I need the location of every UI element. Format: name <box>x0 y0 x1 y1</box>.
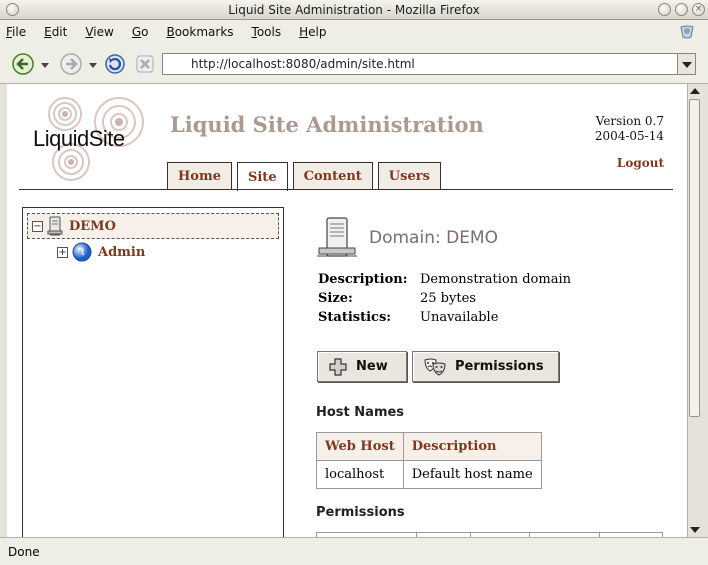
menu-help[interactable]: Help <box>299 25 326 39</box>
status-text: Done <box>8 544 40 559</box>
property-row: Statistics: Unavailable <box>318 308 571 327</box>
menu-go[interactable]: Go <box>132 25 149 39</box>
plus-icon <box>329 357 347 376</box>
property-value: Demonstration domain <box>420 272 571 287</box>
theater-masks-icon <box>424 358 446 376</box>
reload-icon[interactable] <box>104 53 126 75</box>
property-value: Unavailable <box>420 310 499 325</box>
version-date: 2004-05-14 <box>594 129 664 143</box>
table-header-row: Web Host Description <box>316 432 542 461</box>
server-icon <box>317 217 357 257</box>
property-row: Description: Demonstration domain <box>318 270 571 289</box>
window-frame-right <box>701 84 708 537</box>
page-viewport: LiquidSite Liquid Site Administration Ve… <box>7 84 687 537</box>
new-button-label: New <box>356 359 388 374</box>
server-icon <box>47 216 63 236</box>
status-bar: Done <box>0 537 708 565</box>
address-url[interactable]: http://localhost:8080/admin/site.html <box>191 57 415 71</box>
menu-bar: File Edit View Go Bookmarks Tools Help <box>0 20 708 44</box>
column-description: Description <box>402 432 542 461</box>
minimize-icon[interactable] <box>658 3 671 16</box>
forward-history-dropdown[interactable] <box>89 63 97 68</box>
tree-node-demo[interactable]: − DEMO <box>27 213 279 239</box>
close-icon[interactable]: × <box>692 3 705 16</box>
property-key: Size: <box>318 291 353 306</box>
navigation-toolbar: http://localhost:8080/admin/site.html <box>0 44 708 84</box>
address-dropdown-button[interactable] <box>677 54 695 74</box>
page-title: Liquid Site Administration <box>170 112 484 137</box>
tab-content[interactable]: Content <box>292 162 373 189</box>
host-names-heading: Host Names <box>316 405 405 420</box>
tab-divider <box>19 189 673 190</box>
scroll-down-arrow-icon[interactable] <box>690 527 700 533</box>
address-bar[interactable]: http://localhost:8080/admin/site.html <box>162 53 696 75</box>
tab-home[interactable]: Home <box>167 162 232 189</box>
tab-users[interactable]: Users <box>377 162 441 189</box>
window-title: Liquid Site Administration - Mozilla Fir… <box>228 2 480 17</box>
menu-file[interactable]: File <box>6 25 26 39</box>
globe-icon <box>72 242 92 262</box>
table-row[interactable]: localhost Default host name <box>316 460 542 489</box>
logout-link[interactable]: Logout <box>617 156 664 170</box>
tab-site[interactable]: Site <box>236 162 288 191</box>
vertical-scrollbar[interactable] <box>687 84 701 537</box>
window-titlebar: Liquid Site Administration - Mozilla Fir… <box>0 0 708 20</box>
back-history-dropdown[interactable] <box>41 63 49 68</box>
menu-tools[interactable]: Tools <box>252 25 282 39</box>
version-info: Version 0.7 2004-05-14 <box>595 114 664 144</box>
forward-icon[interactable] <box>60 53 82 75</box>
scroll-up-arrow-icon[interactable] <box>690 88 700 94</box>
menu-bookmarks[interactable]: Bookmarks <box>166 25 233 39</box>
property-value: 25 bytes <box>420 291 476 306</box>
version-label: Version 0.7 <box>595 114 664 128</box>
site-tree: − DEMO + Admin <box>22 207 284 537</box>
scrollbar-thumb[interactable] <box>689 99 700 417</box>
domain-title: Domain: DEMO <box>369 228 498 248</box>
tree-node-label[interactable]: Admin <box>98 245 145 260</box>
back-icon[interactable] <box>12 53 34 75</box>
property-row: Size: 25 bytes <box>318 289 571 308</box>
throbber-icon <box>680 25 694 39</box>
collapse-toggle[interactable]: − <box>32 220 43 232</box>
host-names-table: Web Host Description localhost Default h… <box>316 432 542 489</box>
tree-node-label[interactable]: DEMO <box>69 219 116 234</box>
permissions-heading: Permissions <box>316 505 405 520</box>
permissions-button-label: Permissions <box>455 359 544 374</box>
new-button[interactable]: New <box>317 351 407 382</box>
cell-web-host[interactable]: localhost <box>316 460 404 489</box>
menu-view[interactable]: View <box>85 25 113 39</box>
cell-description: Default host name <box>402 460 542 489</box>
expand-toggle[interactable]: + <box>57 246 68 258</box>
column-web-host: Web Host <box>316 432 404 461</box>
property-key: Statistics: <box>318 310 392 325</box>
main-tabs: Home Site Content Users <box>167 162 446 191</box>
menu-edit[interactable]: Edit <box>44 25 67 39</box>
permissions-button[interactable]: Permissions <box>412 351 559 382</box>
window-frame-left <box>0 84 7 537</box>
domain-properties: Description: Demonstration domain Size: … <box>318 270 571 327</box>
tree-node-admin[interactable]: + Admin <box>57 239 145 265</box>
property-key: Description: <box>318 272 408 287</box>
stop-icon[interactable] <box>134 53 156 75</box>
window-menu-icon[interactable] <box>6 3 19 16</box>
domain-header: Domain: DEMO <box>315 216 498 260</box>
maximize-icon[interactable] <box>675 3 688 16</box>
logo-text: LiquidSite <box>33 126 125 151</box>
